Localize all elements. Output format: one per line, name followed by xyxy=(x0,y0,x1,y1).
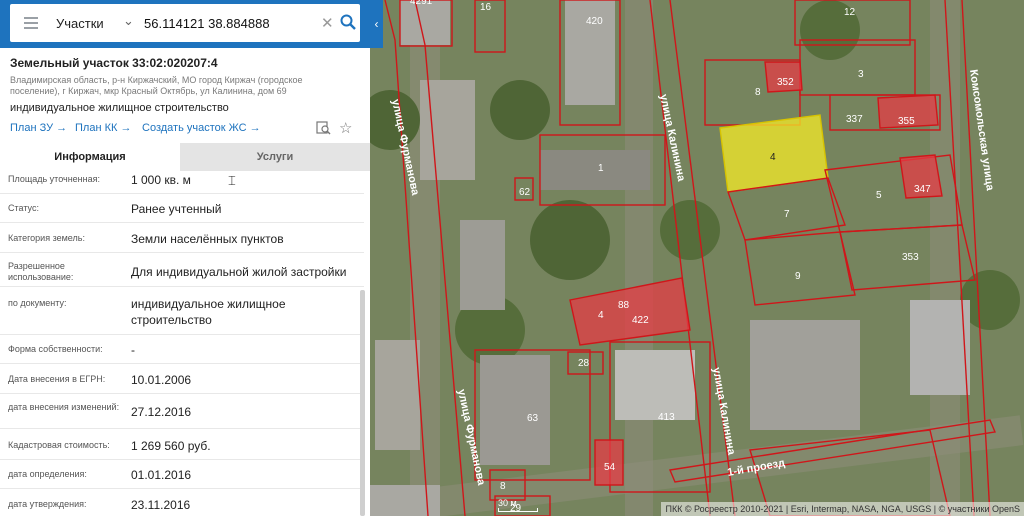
star-icon[interactable]: ☆ xyxy=(339,119,352,137)
svg-text:353: 353 xyxy=(902,252,919,263)
menu-icon[interactable] xyxy=(24,17,38,32)
svg-text:7: 7 xyxy=(784,209,790,220)
arrow-right-icon: → xyxy=(249,122,261,134)
row-value: Для индивидуальной жилой застройки xyxy=(131,265,347,279)
row-key: Категория земель: xyxy=(8,233,85,243)
svg-text:8: 8 xyxy=(500,481,506,492)
row-key: Кадастровая стоимость: xyxy=(8,440,110,450)
tab-bar: Информация Услуги xyxy=(0,143,370,171)
svg-text:422: 422 xyxy=(632,315,649,326)
tab-info[interactable]: Информация xyxy=(0,143,180,171)
svg-text:355: 355 xyxy=(898,116,915,127)
mouse-cursor-icon: ⌶ xyxy=(228,173,236,188)
row-value: 1 269 560 руб. xyxy=(131,439,211,453)
create-zhs-label: Создать участок ЖС xyxy=(142,122,247,134)
svg-text:352: 352 xyxy=(777,77,794,88)
arrow-right-icon: → xyxy=(56,122,68,134)
svg-text:8: 8 xyxy=(755,87,761,98)
svg-text:12: 12 xyxy=(844,7,856,18)
clear-icon[interactable]: ✕ xyxy=(321,14,334,32)
plan-zu-link[interactable]: План ЗУ → xyxy=(10,122,67,134)
svg-text:16: 16 xyxy=(480,2,492,13)
collapse-panel-button[interactable]: ‹ xyxy=(370,0,383,48)
row-value: Ранее учтенный xyxy=(131,202,222,216)
tab-services[interactable]: Услуги xyxy=(180,143,370,171)
svg-text:88: 88 xyxy=(618,300,630,311)
document-search-icon[interactable] xyxy=(316,121,331,140)
row-key: дата утверждения: xyxy=(8,499,87,509)
row-key: Статус: xyxy=(8,203,39,213)
row-value: 27.12.2016 xyxy=(131,405,192,419)
map-view[interactable]: 4291 16 420 12 3 352 8 337 355 4 1 62 7 … xyxy=(370,0,1024,516)
row-key: Разрешенное использование: xyxy=(8,261,74,282)
search-box: Участки ⌄ 56.114121 38.884888 ✕ xyxy=(10,4,360,42)
row-value: - xyxy=(131,343,135,357)
svg-text:420: 420 xyxy=(586,16,603,27)
row-value: индивидуальное жилищное строительство xyxy=(131,297,286,327)
parcel-purpose: индивидуальное жилищное строительство xyxy=(10,102,229,114)
svg-text:3: 3 xyxy=(858,69,864,80)
row-key: дата внесения изменений: xyxy=(8,402,120,412)
parcel-address: Владимирская область, р-н Киржачский, МО… xyxy=(10,75,303,96)
svg-text:28: 28 xyxy=(578,358,590,369)
scale-label: 30 м xyxy=(498,498,517,508)
parcel-title: Земельный участок 33:02:020207:4 xyxy=(10,56,218,70)
row-value: 1 000 кв. м xyxy=(131,173,191,187)
row-key: Площадь уточненная: xyxy=(8,174,100,184)
map-scale: 30 м xyxy=(498,498,538,512)
svg-text:4291: 4291 xyxy=(410,0,433,7)
svg-text:347: 347 xyxy=(914,184,931,195)
search-bar: Участки ⌄ 56.114121 38.884888 ✕ xyxy=(0,0,370,48)
search-icon[interactable] xyxy=(340,14,356,35)
map-attribution: ПКК © Росреестр 2010-2021 | Esri, Interm… xyxy=(661,502,1024,516)
svg-text:54: 54 xyxy=(604,462,616,473)
row-key: по документу: xyxy=(8,298,67,308)
plan-kk-link[interactable]: План КК → xyxy=(75,122,131,134)
svg-text:4: 4 xyxy=(598,310,604,321)
info-panel: Участки ⌄ 56.114121 38.884888 ✕ Земельны… xyxy=(0,0,370,516)
row-value: 23.11.2016 xyxy=(131,498,191,512)
plan-kk-label: План КК xyxy=(75,122,118,134)
map-canvas[interactable]: 4291 16 420 12 3 352 8 337 355 4 1 62 7 … xyxy=(370,0,1024,516)
svg-text:63: 63 xyxy=(527,413,539,424)
svg-text:413: 413 xyxy=(658,412,675,423)
scale-bar xyxy=(498,508,538,512)
row-key: Дата внесения в ЕГРН: xyxy=(8,374,106,384)
arrow-right-icon: → xyxy=(120,122,132,134)
row-key: дата определения: xyxy=(8,469,87,479)
row-value: Земли населённых пунктов xyxy=(131,232,284,246)
row-key: Форма собственности: xyxy=(8,344,103,354)
svg-text:1: 1 xyxy=(598,163,604,174)
svg-text:4: 4 xyxy=(770,152,776,163)
svg-text:337: 337 xyxy=(846,114,863,125)
create-zhs-link[interactable]: Создать участок ЖС → xyxy=(142,122,261,134)
search-input[interactable]: 56.114121 38.884888 xyxy=(144,16,270,31)
search-type-select[interactable]: Участки xyxy=(56,16,104,31)
panel-scrollbar[interactable] xyxy=(360,290,365,516)
svg-text:9: 9 xyxy=(795,271,801,282)
row-value: 01.01.2016 xyxy=(131,468,192,482)
plan-zu-label: План ЗУ xyxy=(10,122,54,134)
svg-text:62: 62 xyxy=(519,187,531,198)
chevron-down-icon[interactable]: ⌄ xyxy=(123,13,134,29)
svg-text:5: 5 xyxy=(876,190,882,201)
row-value: 10.01.2006 xyxy=(131,373,192,387)
